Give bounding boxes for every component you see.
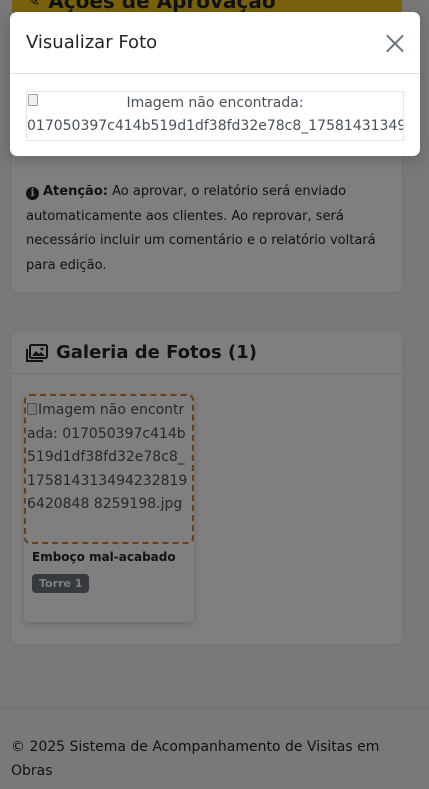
modal-image: Imagem não encontrada: 017050397c414b519… (26, 91, 404, 141)
broken-image-icon (28, 94, 38, 106)
modal-header: Visualizar Foto (10, 12, 420, 74)
modal-image-alt: Imagem não encontrada: 017050397c414b519… (27, 92, 403, 138)
modal-image-alt-line1: Imagem não encontrada: (126, 95, 304, 111)
photo-viewer-modal: Visualizar Foto Imagem não encontrada: 0… (10, 12, 420, 156)
modal-title: Visualizar Foto (26, 32, 158, 53)
modal-image-alt-line2: 017050397c414b519d1df38fd32e78c8_1758143… (27, 118, 404, 134)
close-icon[interactable] (384, 32, 406, 54)
